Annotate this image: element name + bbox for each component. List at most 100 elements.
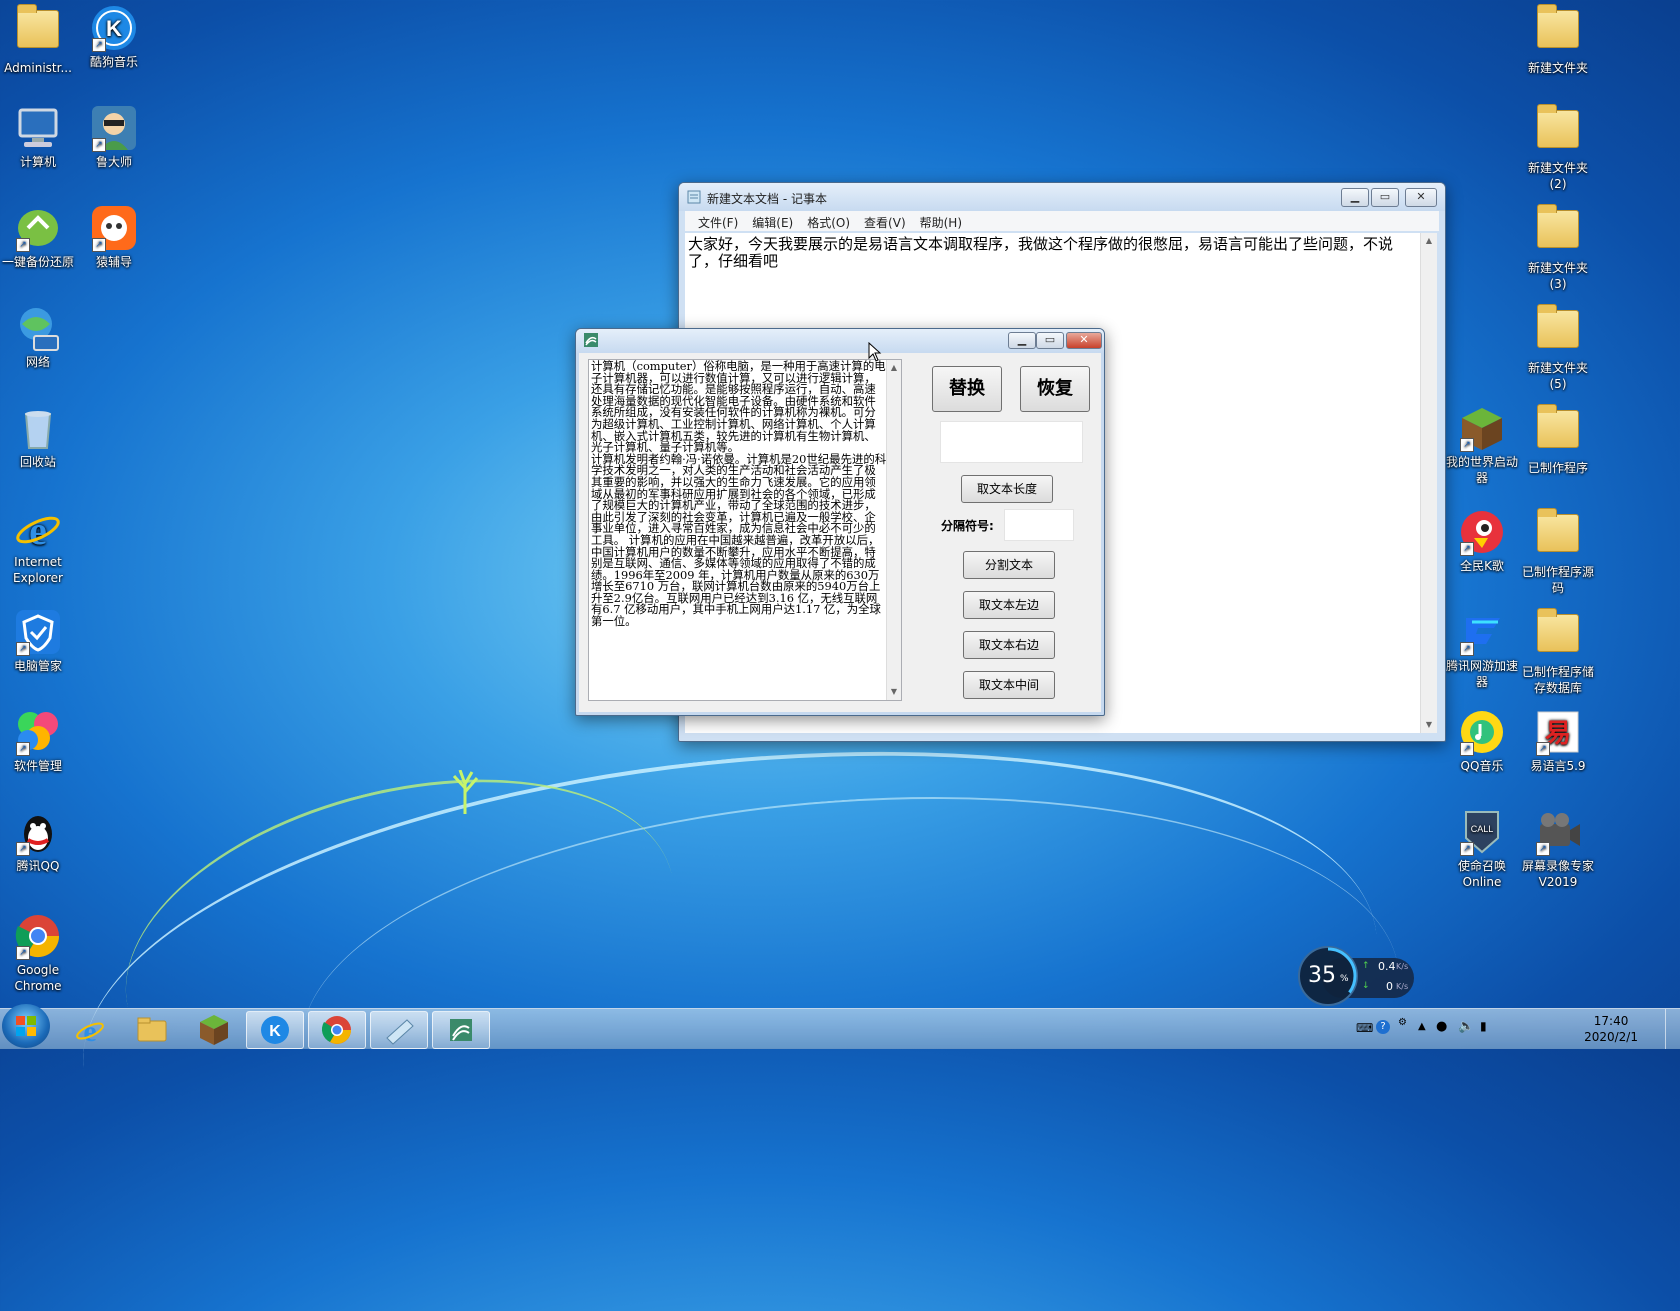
source-text-scrollbar[interactable]: ▲ ▼ (886, 360, 901, 700)
minimize-button[interactable]: ▁ (1341, 188, 1369, 207)
explorer-icon (137, 1017, 167, 1042)
desktop-icon-qq[interactable]: ↗ 腾讯QQ (0, 808, 76, 874)
desktop-icon-folder-3[interactable]: 新建文件夹 (3) (1520, 204, 1596, 292)
computer-icon (18, 108, 58, 147)
folder-icon (1537, 608, 1579, 652)
result-field[interactable] (940, 421, 1083, 463)
desktop-icon-folder-5[interactable]: 新建文件夹 (5) (1520, 304, 1596, 392)
start-button[interactable] (2, 1004, 50, 1048)
volume-icon[interactable]: 🔈 (1458, 1019, 1474, 1034)
desktop-icon-kugou[interactable]: K ↗ 酷狗音乐 (76, 4, 152, 70)
text-middle-button[interactable]: 取文本中间 (963, 671, 1055, 699)
desktop-icon-backup[interactable]: ↗ 一键备份还原 (0, 204, 76, 270)
desktop-icon-program-database[interactable]: 已制作程序储存数据库 (1520, 608, 1596, 696)
taskbar-kugou[interactable]: K (246, 1011, 304, 1049)
clock-time: 17:40 (1593, 1014, 1629, 1028)
maximize-button[interactable]: ▭ (1371, 188, 1399, 207)
desktop-icon-ksong[interactable]: ↗ 全民K歌 (1444, 508, 1520, 574)
tray-extra-icon[interactable]: ⚙ (1398, 1017, 1407, 1028)
source-text: 计算机（computer）俗称电脑，是一种用于高速计算的电子计算机器，可以进行数… (591, 359, 887, 629)
svg-text:K: K (106, 16, 122, 41)
chrome-icon (321, 1016, 351, 1044)
desktop-icon-pc-manager[interactable]: ↗ 电脑管家 (0, 608, 76, 674)
taskbar-eyuyan-app[interactable] (432, 1011, 490, 1049)
desktop-icon-administrator[interactable]: Administr... (0, 4, 76, 76)
menu-edit[interactable]: 编辑(E) (745, 211, 800, 231)
desktop-icon-recycle-bin[interactable]: 回收站 (0, 404, 76, 470)
desktop-icon-qqmusic[interactable]: ↗ QQ音乐 (1444, 708, 1520, 774)
scroll-up-icon[interactable]: ▲ (887, 360, 901, 376)
close-button[interactable]: ✕ (1405, 188, 1437, 207)
desktop-icon-eyuyan[interactable]: 易 ↗ 易语言5.9 (1520, 708, 1596, 774)
download-arrow-icon: ↓ (1362, 981, 1370, 991)
taskbar-explorer[interactable] (124, 1011, 180, 1047)
restore-button[interactable]: 恢复 (1020, 366, 1090, 412)
desktop-icon-game-accelerator[interactable]: ↗ 腾讯网游加速器 (1444, 608, 1520, 690)
notepad-scrollbar[interactable]: ▲ ▼ (1420, 233, 1437, 733)
get-length-button[interactable]: 取文本长度 (961, 475, 1053, 503)
desktop-icon-computer[interactable]: 计算机 (0, 104, 76, 170)
desktop-icon-folder-1[interactable]: 新建文件夹 (1520, 4, 1596, 76)
show-desktop-button[interactable] (1665, 1009, 1680, 1049)
svg-text:e: e (83, 1015, 96, 1047)
text-left-button[interactable]: 取文本左边 (963, 591, 1055, 619)
mouse-cursor-icon (868, 342, 882, 362)
replace-button[interactable]: 替换 (932, 366, 1002, 412)
menu-file[interactable]: 文件(F) (691, 211, 745, 231)
help-icon[interactable]: ? (1376, 1020, 1390, 1034)
desktop-icon-made-programs[interactable]: 已制作程序 (1520, 404, 1596, 476)
desktop-icon-screen-recorder[interactable]: ↗ 屏幕录像专家V2019 (1520, 808, 1596, 890)
svg-text:K: K (269, 1023, 281, 1040)
network-tray-icon[interactable]: ▮ (1480, 1019, 1487, 1033)
svg-text:CALL: CALL (1471, 824, 1494, 834)
menu-format[interactable]: 格式(O) (800, 211, 857, 231)
keyboard-icon[interactable]: ⌨ (1356, 1021, 1373, 1035)
text-tool-body: 计算机（computer）俗称电脑，是一种用于高速计算的电子计算机器，可以进行数… (579, 353, 1101, 712)
scroll-down-icon[interactable]: ▼ (1421, 717, 1437, 733)
windows-logo-icon (16, 1016, 36, 1036)
upload-speed: 0.4 (1378, 960, 1396, 973)
close-button[interactable]: ✕ (1066, 332, 1102, 349)
netspeed-widget[interactable]: 35 % ↑ 0.4 K/s ↓ 0 K/s (1298, 946, 1418, 1008)
clock-date: 2020/2/1 (1584, 1030, 1638, 1044)
notepad-titlebar[interactable]: 新建文本文档 - 记事本 ▁ ▭ ✕ (679, 183, 1445, 211)
desktop-icon-minecraft[interactable]: ↗ 我的世界启动器 (1444, 404, 1520, 486)
desktop-icon-network[interactable]: 网络 (0, 304, 76, 370)
desktop-icon-ludashi[interactable]: ↗ 鲁大师 (76, 104, 152, 170)
desktop-icon-cod[interactable]: CALL ↗ 使命召唤Online (1444, 808, 1520, 890)
notepad-title: 新建文本文档 - 记事本 (707, 192, 827, 206)
desktop-icon-program-source[interactable]: 已制作程序源码 (1520, 508, 1596, 596)
minecraft-icon (200, 1015, 228, 1045)
taskbar-minecraft[interactable] (186, 1011, 242, 1047)
desktop-icon-software-manager[interactable]: ↗ 软件管理 (0, 708, 76, 774)
desktop-icon-ie[interactable]: e Internet Explorer (0, 504, 76, 586)
maximize-button[interactable]: ▭ (1036, 332, 1064, 349)
taskbar: e K ⌨ ? ⚙ ▲ ● 🔈 ▮ 17:40 2020/2/1 (0, 1008, 1680, 1049)
separator-field[interactable] (1004, 509, 1074, 541)
folder-icon (1537, 204, 1579, 248)
scroll-up-icon[interactable]: ▲ (1421, 233, 1437, 249)
upload-arrow-icon: ↑ (1362, 961, 1370, 971)
qq-tray-icon[interactable]: ● (1436, 1019, 1447, 1034)
split-text-button[interactable]: 分割文本 (963, 551, 1055, 579)
minimize-button[interactable]: ▁ (1008, 332, 1036, 349)
menu-view[interactable]: 查看(V) (857, 211, 913, 231)
folder-icon (1537, 508, 1579, 552)
separator-label: 分隔符号: (941, 519, 994, 533)
source-text-box[interactable]: 计算机（computer）俗称电脑，是一种用于高速计算的电子计算机器，可以进行数… (588, 359, 902, 701)
menu-help[interactable]: 帮助(H) (913, 211, 969, 231)
text-tool-titlebar[interactable]: ▁ ▭ ✕ (576, 329, 1104, 353)
taskbar-clock[interactable]: 17:40 2020/2/1 (1584, 1013, 1638, 1045)
desktop-icon-folder-2[interactable]: 新建文件夹 (2) (1520, 104, 1596, 192)
taskbar-chrome[interactable] (308, 1011, 366, 1049)
eyuyan-app-icon (450, 1019, 472, 1041)
taskbar-ie[interactable]: e (62, 1011, 118, 1048)
tray-expand-icon[interactable]: ▲ (1418, 1021, 1426, 1032)
ie-icon: e (76, 1015, 104, 1048)
text-tool-window[interactable]: ▁ ▭ ✕ 计算机（computer）俗称电脑，是一种用于高速计算的电子计算机器… (575, 328, 1105, 716)
desktop-icon-yuanfudao[interactable]: ↗ 猿辅导 (76, 204, 152, 270)
scroll-down-icon[interactable]: ▼ (887, 684, 901, 700)
text-right-button[interactable]: 取文本右边 (963, 631, 1055, 659)
desktop-icon-chrome[interactable]: ↗ Google Chrome (0, 912, 76, 994)
taskbar-notepad[interactable] (370, 1011, 428, 1049)
